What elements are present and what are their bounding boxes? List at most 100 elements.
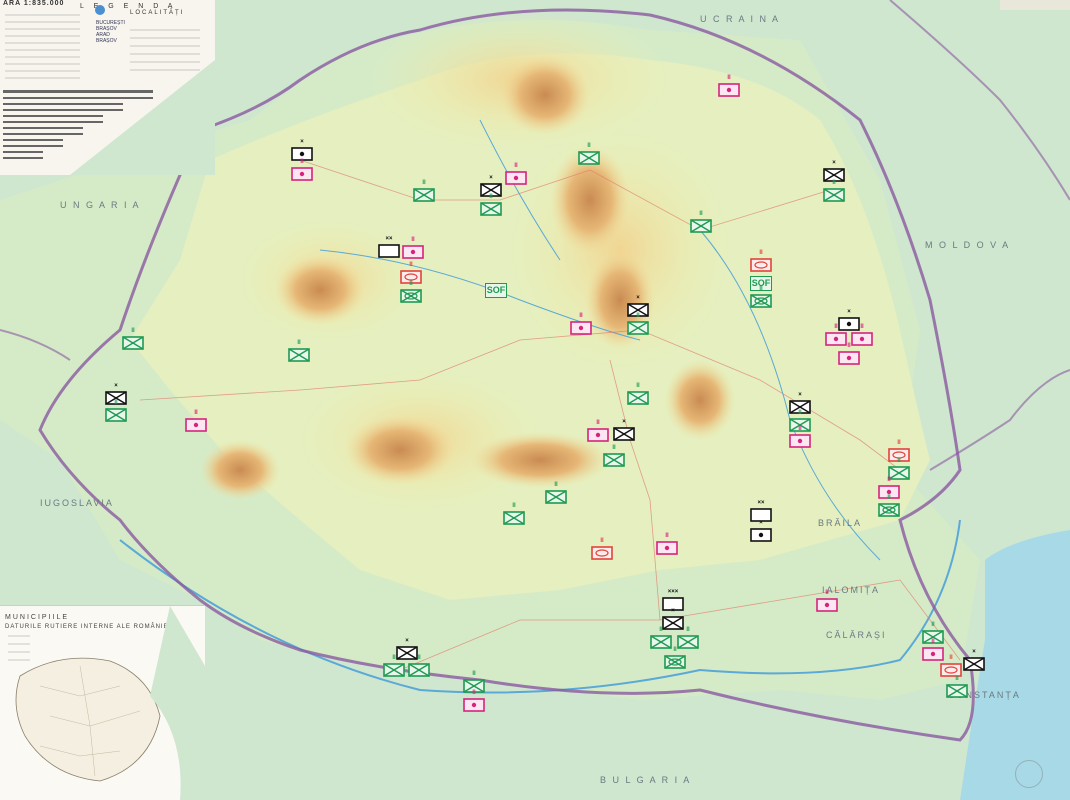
unit-echelon-marker: II: [417, 655, 421, 661]
unit-echelon-marker: II: [887, 477, 891, 483]
unit-infantry-icon: [690, 219, 712, 233]
unit-echelon-marker: II: [832, 180, 836, 186]
unit-echelon-marker: II: [472, 671, 476, 677]
unit-support-icon: [838, 351, 860, 365]
unit-symbol-support[interactable]: II: [505, 163, 527, 185]
unit-mech-icon: [878, 503, 900, 517]
unit-symbol-support[interactable]: II: [291, 159, 313, 181]
unit-symbol-support[interactable]: II: [816, 590, 838, 612]
unit-symbol-support[interactable]: II: [185, 410, 207, 432]
unit-echelon-marker: II: [897, 440, 901, 446]
unit-infantry-icon: [122, 336, 144, 350]
unit-echelon-marker: II: [759, 250, 763, 256]
label-braila: BRĂILA: [818, 518, 863, 528]
unit-echelon-marker: II: [297, 340, 301, 346]
unit-echelon-marker: II: [727, 75, 731, 81]
unit-symbol-support[interactable]: II: [463, 690, 485, 712]
unit-echelon-marker: II: [887, 495, 891, 501]
inset-map-drawing: [8, 606, 205, 800]
unit-symbol-inf_hq[interactable]: ×: [963, 649, 985, 671]
unit-inf_hq-icon: [963, 657, 985, 671]
unit-echelon-marker: II: [798, 410, 802, 416]
unit-echelon-marker: ××: [757, 500, 765, 506]
unit-symbol-armor[interactable]: II: [750, 250, 772, 272]
unit-infantry-icon: [408, 663, 430, 677]
unit-echelon-marker: II: [600, 538, 604, 544]
unit-symbol-infantry[interactable]: II: [122, 328, 144, 350]
unit-echelon-marker: II: [759, 286, 763, 292]
unit-symbol-support[interactable]: II: [402, 237, 424, 259]
unit-mech-icon: [664, 655, 686, 669]
unit-echelon-marker: II: [699, 211, 703, 217]
unit-symbol-support[interactable]: II: [656, 533, 678, 555]
unit-symbol-mech[interactable]: II: [400, 281, 422, 303]
unit-hq-icon: [750, 528, 772, 542]
unit-echelon-marker: II: [409, 262, 413, 268]
unit-symbol-infantry[interactable]: II: [690, 211, 712, 233]
unit-symbol-inf_hq[interactable]: ×: [613, 419, 635, 441]
unit-infantry-icon: [383, 663, 405, 677]
unit-symbol-infantry[interactable]: II: [627, 313, 649, 335]
unit-symbol-support[interactable]: II: [838, 343, 860, 365]
unit-infantry-icon: [480, 202, 502, 216]
unit-echelon-marker: II: [665, 533, 669, 539]
unit-infantry-icon: [578, 151, 600, 165]
unit-echelon-marker: II: [931, 622, 935, 628]
unit-symbol-blank_hq[interactable]: ××: [378, 236, 400, 258]
unit-echelon-marker: II: [587, 143, 591, 149]
unit-symbol-infantry[interactable]: II: [288, 340, 310, 362]
unit-symbol-support[interactable]: II: [718, 75, 740, 97]
unit-echelon-marker: II: [834, 324, 838, 330]
unit-echelon-marker: II: [636, 313, 640, 319]
unit-mech-icon: [400, 289, 422, 303]
sof-unit-marker[interactable]: SOF: [485, 283, 507, 298]
unit-symbol-infantry[interactable]: II: [408, 655, 430, 677]
unit-echelon-marker: ×: [832, 160, 836, 166]
unit-echelon-marker: II: [131, 328, 135, 334]
unit-echelon-marker: II: [514, 163, 518, 169]
unit-echelon-marker: ×: [489, 175, 493, 181]
unit-symbol-infantry[interactable]: II: [105, 400, 127, 422]
unit-symbol-infantry[interactable]: II: [413, 180, 435, 202]
unit-symbol-support[interactable]: II: [587, 420, 609, 442]
unit-symbol-infantry[interactable]: II: [383, 655, 405, 677]
unit-echelon-marker: II: [411, 237, 415, 243]
unit-echelon-marker: ×: [847, 309, 851, 315]
unit-blank_hq-icon: [378, 244, 400, 258]
unit-support-icon: [505, 171, 527, 185]
unit-symbol-infantry[interactable]: II: [578, 143, 600, 165]
unit-echelon-marker: II: [489, 194, 493, 200]
unit-support-icon: [656, 541, 678, 555]
unit-symbol-armor[interactable]: II: [940, 655, 962, 677]
unit-symbol-support[interactable]: II: [570, 313, 592, 335]
unit-symbol-mech[interactable]: II: [878, 495, 900, 517]
unit-infantry-icon: [627, 321, 649, 335]
unit-infantry-icon: [545, 490, 567, 504]
unit-symbol-mech[interactable]: II: [750, 286, 772, 308]
unit-echelon-marker: II: [612, 445, 616, 451]
unit-symbol-infantry[interactable]: II: [627, 383, 649, 405]
map-edge-strip: [1000, 0, 1070, 10]
unit-echelon-marker: II: [300, 159, 304, 165]
unit-symbol-infantry[interactable]: II: [480, 194, 502, 216]
label-yugoslavia: IUGOSLAVIA: [40, 498, 114, 508]
unit-infantry-icon: [823, 188, 845, 202]
unit-symbol-hq[interactable]: ×: [750, 520, 772, 542]
unit-symbol-infantry[interactable]: II: [946, 676, 968, 698]
unit-echelon-marker: II: [798, 426, 802, 432]
unit-infantry-icon: [413, 188, 435, 202]
unit-symbol-infantry[interactable]: II: [545, 482, 567, 504]
label-ucraina: U C R A I N A: [700, 14, 781, 24]
military-situation-map[interactable]: ARA 1:835.000 L E G E N D A LOCALITĂȚI B…: [0, 0, 1070, 800]
unit-symbol-armor[interactable]: II: [591, 538, 613, 560]
unit-echelon-marker: ×××: [667, 589, 679, 595]
unit-armor-icon: [940, 663, 962, 677]
unit-echelon-marker: ×: [972, 649, 976, 655]
unit-echelon-marker: II: [659, 627, 663, 633]
unit-symbol-infantry[interactable]: II: [823, 180, 845, 202]
unit-echelon-marker: ×: [300, 139, 304, 145]
unit-symbol-mech[interactable]: II: [664, 647, 686, 669]
unit-symbol-infantry[interactable]: II: [603, 445, 625, 467]
unit-symbol-support[interactable]: II: [789, 426, 811, 448]
unit-symbol-infantry[interactable]: II: [503, 503, 525, 525]
